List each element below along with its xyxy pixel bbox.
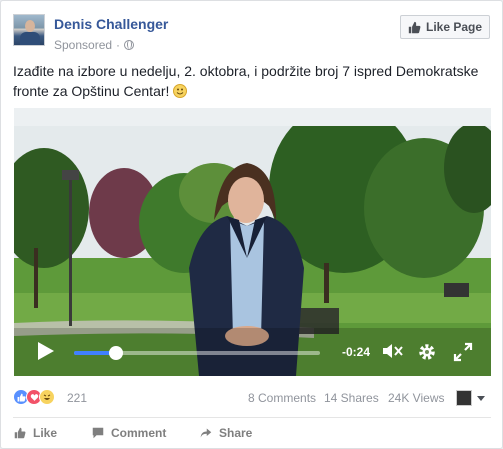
settings-gear-icon[interactable] xyxy=(417,342,437,368)
shares-count[interactable]: 14 Shares xyxy=(324,391,379,405)
haha-reaction-icon xyxy=(39,389,55,405)
share-icon xyxy=(200,428,212,438)
sponsored-post: Denis Challenger Sponsored · Like Page I… xyxy=(0,0,503,449)
views-count[interactable]: 24K Views xyxy=(388,391,444,405)
like-label: Like xyxy=(33,426,58,440)
like-page-label: Like Page xyxy=(425,20,483,34)
separator-dot: · xyxy=(116,38,121,52)
comments-count[interactable]: 8 Comments xyxy=(248,391,316,405)
video-controls: -0:24 xyxy=(14,328,491,376)
sponsored-label: Sponsored · xyxy=(54,38,135,52)
fullscreen-icon[interactable] xyxy=(453,342,473,368)
sponsored-text: Sponsored xyxy=(54,38,113,52)
divider xyxy=(13,417,491,418)
comment-label: Comment xyxy=(111,426,167,440)
post-message: Izađite na izbore u nedelju, 2. oktobra,… xyxy=(13,61,493,101)
globe-icon xyxy=(124,40,135,50)
time-remaining: -0:24 xyxy=(342,345,371,359)
viewer-avatar[interactable] xyxy=(456,390,472,406)
post-actions: Like Comment Share xyxy=(13,422,491,444)
reaction-count[interactable]: 221 xyxy=(67,391,87,405)
comment-button[interactable]: Comment xyxy=(91,426,166,440)
play-icon[interactable] xyxy=(38,342,54,360)
volume-muted-icon[interactable] xyxy=(382,342,404,366)
thumbs-up-icon xyxy=(408,21,421,33)
smiley-emoji-icon xyxy=(173,84,188,98)
author-avatar[interactable] xyxy=(13,14,45,46)
author-name[interactable]: Denis Challenger xyxy=(54,16,168,32)
comment-icon xyxy=(92,427,104,439)
chevron-down-icon[interactable] xyxy=(477,396,485,401)
share-button[interactable]: Share xyxy=(199,426,252,440)
share-label: Share xyxy=(219,426,253,440)
thumbs-up-icon xyxy=(14,427,26,439)
post-message-text: Izađite na izbore u nedelju, 2. oktobra,… xyxy=(13,63,479,99)
video-player[interactable]: -0:24 xyxy=(14,108,491,376)
reaction-icons[interactable] xyxy=(13,389,55,405)
like-button[interactable]: Like xyxy=(13,426,57,440)
like-page-button[interactable]: Like Page xyxy=(400,15,490,39)
progress-scrubber[interactable] xyxy=(108,346,123,360)
post-stats: 221 8 Comments 14 Shares 24K Views xyxy=(13,387,491,409)
progress-bar[interactable] xyxy=(74,346,320,360)
